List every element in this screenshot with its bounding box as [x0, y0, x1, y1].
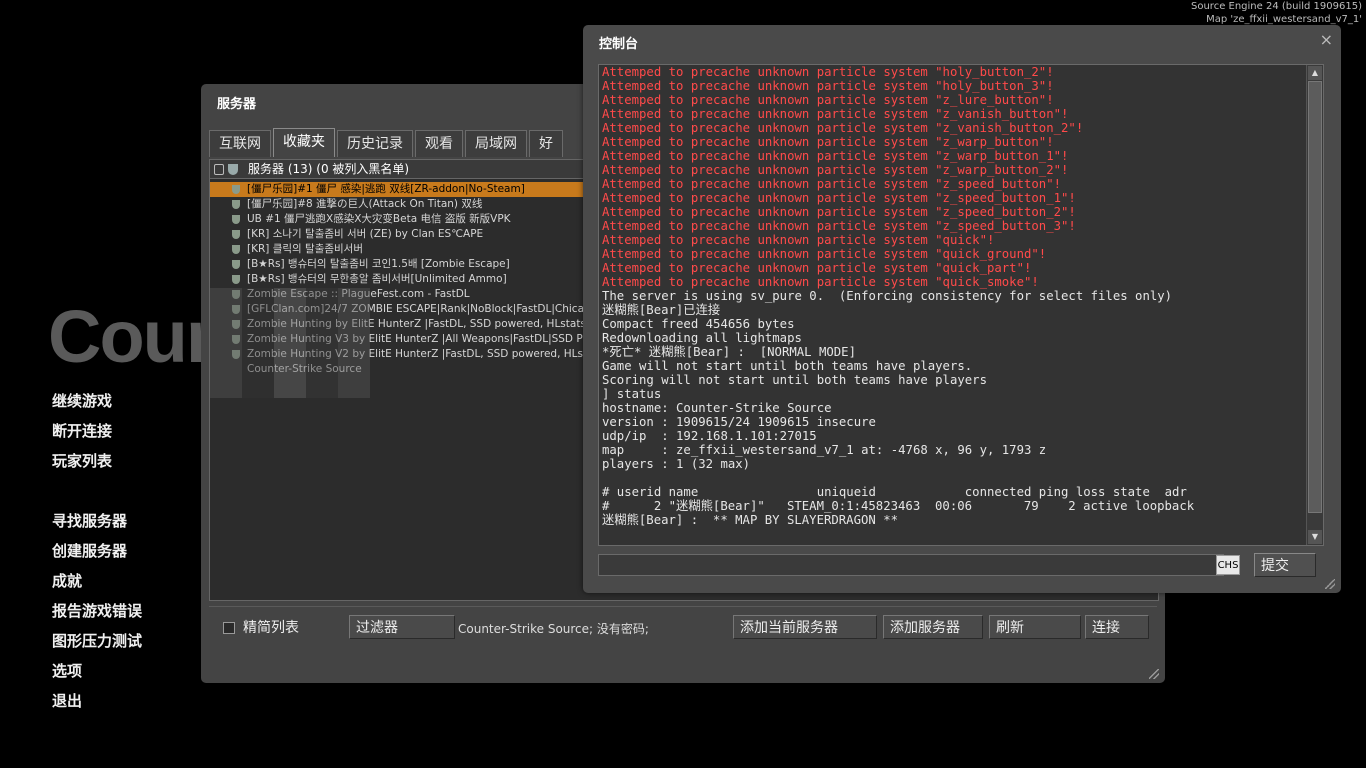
console-line: *死亡* 迷糊熊[Bear] : [NORMAL MODE] — [602, 345, 856, 359]
console-line: Compact freed 454656 bytes — [602, 317, 795, 331]
vac-shield-icon — [232, 200, 240, 209]
ime-indicator: CHS — [1216, 555, 1240, 575]
console-line: Attemped to precache unknown particle sy… — [602, 205, 1076, 219]
server-browser-toolbar: 精简列表 过滤器 Counter-Strike Source; 没有密码; 添加… — [209, 606, 1157, 649]
server-browser-title: 服务器 — [217, 97, 257, 112]
console-line: Scoring will not start until both teams … — [602, 373, 987, 387]
console-line: Attemped to precache unknown particle sy… — [602, 121, 1084, 135]
console-line: Redownloading all lightmaps — [602, 331, 802, 345]
refresh-button[interactable]: 刷新 — [989, 615, 1081, 639]
vac-shield-icon — [232, 215, 240, 224]
console-line: Attemped to precache unknown particle sy… — [602, 261, 1032, 275]
menu-player-list[interactable]: 玩家列表 — [52, 451, 142, 481]
tab-history[interactable]: 历史记录 — [337, 130, 413, 157]
menu-resume-game[interactable]: 继续游戏 — [52, 391, 142, 421]
tab-friends[interactable]: 好 — [529, 130, 563, 157]
lock-icon — [214, 163, 224, 175]
menu-achievements[interactable]: 成就 — [52, 571, 142, 601]
console-title: 控制台 — [599, 37, 639, 52]
resize-grip-icon[interactable] — [1149, 669, 1159, 679]
vac-shield-icon — [232, 260, 240, 269]
server-count-header[interactable]: 服务器 (13) (0 被列入黑名单) — [248, 160, 409, 178]
console-line: hostname: Counter-Strike Source — [602, 401, 832, 415]
menu-disconnect[interactable]: 断开连接 — [52, 421, 142, 451]
console-line: The server is using sv_pure 0. (Enforcin… — [602, 289, 1173, 303]
console-line: map : ze_ffxii_westersand_v7_1 at: -4768… — [602, 443, 1047, 457]
filter-summary: Counter-Strike Source; 没有密码; — [458, 622, 649, 636]
menu-options[interactable]: 选项 — [52, 661, 142, 691]
menu-stress-test[interactable]: 图形压力测试 — [52, 631, 142, 661]
server-name: [僵尸乐园]#8 進撃の巨人(Attack On Titan) 双线 — [247, 198, 483, 210]
main-menu: 继续游戏 断开连接 玩家列表 寻找服务器 创建服务器 成就 报告游戏错误 图形压… — [52, 391, 142, 721]
console-command-input[interactable] — [598, 554, 1224, 576]
console-line: Attemped to precache unknown particle sy… — [602, 107, 1069, 121]
tab-spectate[interactable]: 观看 — [415, 130, 463, 157]
vac-shield-icon — [228, 163, 238, 175]
vac-shield-icon — [232, 230, 240, 239]
console-line: # 2 "迷糊熊[Bear]" STEAM_0:1:45823463 00:06… — [602, 499, 1195, 513]
console-line: Game will not start until both teams hav… — [602, 359, 973, 373]
tab-internet[interactable]: 互联网 — [209, 130, 271, 157]
submit-button[interactable]: 提交 — [1254, 553, 1316, 577]
add-server-button[interactable]: 添加服务器 — [883, 615, 983, 639]
scrollbar-thumb[interactable] — [1308, 81, 1322, 513]
console-line: Attemped to precache unknown particle sy… — [602, 177, 1062, 191]
console-lines: Attemped to precache unknown particle sy… — [599, 65, 1323, 527]
vac-shield-icon — [232, 185, 240, 194]
console-line: Attemped to precache unknown particle sy… — [602, 219, 1076, 233]
build-info: Source Engine 24 (build 1909615) Map 'ze… — [1191, 0, 1362, 26]
console-line: Attemped to precache unknown particle sy… — [602, 79, 1054, 93]
server-name: [B★Rs] 뱅슈터의 탈출좀비 코인1.5배 [Zombie Escape] — [247, 258, 510, 270]
console-output[interactable]: Attemped to precache unknown particle sy… — [598, 64, 1324, 546]
console-line: Attemped to precache unknown particle sy… — [602, 247, 1047, 261]
console-line: Attemped to precache unknown particle sy… — [602, 191, 1076, 205]
menu-find-servers[interactable]: 寻找服务器 — [52, 511, 142, 541]
scroll-down-arrow-icon[interactable]: ▼ — [1308, 530, 1322, 544]
connect-button[interactable]: 连接 — [1085, 615, 1149, 639]
console-window: 控制台 × Attemped to precache unknown parti… — [583, 25, 1341, 593]
console-line: Attemped to precache unknown particle sy… — [602, 149, 1069, 163]
console-line: # userid name uniqueid connected ping lo… — [602, 485, 1187, 499]
menu-create-server[interactable]: 创建服务器 — [52, 541, 142, 571]
console-line: 迷糊熊[Bear]已连接 — [602, 303, 721, 317]
server-name: [KR] 클릭의 탈출좀비서버 — [247, 243, 363, 255]
server-name: UB #1 僵尸逃跑X感染X大灾变Beta 电信 盗版 新版VPK — [247, 213, 511, 225]
menu-quit[interactable]: 退出 — [52, 691, 142, 721]
compact-list-label: 精简列表 — [243, 620, 299, 636]
close-icon[interactable]: × — [1320, 30, 1333, 49]
engine-version: Source Engine 24 (build 1909615) — [1191, 1, 1362, 12]
console-line: ] status — [602, 387, 662, 401]
add-current-server-button[interactable]: 添加当前服务器 — [733, 615, 877, 639]
tab-lan[interactable]: 局域网 — [465, 130, 527, 157]
console-line: Attemped to precache unknown particle sy… — [602, 163, 1069, 177]
console-line: udp/ip : 192.168.1.101:27015 — [602, 429, 817, 443]
server-name: [僵尸乐园]#1 僵尸 感染|逃跑 双线[ZR-addon|No-Steam] — [247, 183, 525, 195]
console-line: Attemped to precache unknown particle sy… — [602, 275, 1039, 289]
console-scrollbar[interactable]: ▲ ▼ — [1306, 65, 1323, 545]
scroll-up-arrow-icon[interactable]: ▲ — [1308, 66, 1322, 80]
console-line: players : 1 (32 max) — [602, 457, 751, 471]
server-name: [KR] 소나기 탈출좀비 서버 (ZE) by Clan ES℃APE — [247, 228, 484, 240]
server-browser-tabs: 互联网 收藏夹 历史记录 观看 局域网 好 — [209, 128, 565, 157]
compact-list-checkbox[interactable] — [223, 622, 235, 634]
vac-shield-icon — [232, 275, 240, 284]
resize-grip-icon[interactable] — [1325, 579, 1335, 589]
console-line: 迷糊熊[Bear] : ** MAP BY SLAYERDRAGON ** — [602, 513, 899, 527]
filter-button[interactable]: 过滤器 — [349, 615, 455, 639]
server-name: [B★Rs] 뱅슈터의 무한총알 좀비서버[Unlimited Ammo] — [247, 273, 507, 285]
console-line: Attemped to precache unknown particle sy… — [602, 65, 1054, 79]
console-line: Attemped to precache unknown particle sy… — [602, 233, 995, 247]
console-line: version : 1909615/24 1909615 insecure — [602, 415, 876, 429]
menu-report-bug[interactable]: 报告游戏错误 — [52, 601, 142, 631]
console-line: Attemped to precache unknown particle sy… — [602, 135, 1054, 149]
map-preview-image — [210, 288, 370, 398]
console-line: Attemped to precache unknown particle sy… — [602, 93, 1054, 107]
tab-favorites[interactable]: 收藏夹 — [273, 128, 335, 157]
vac-shield-icon — [232, 245, 240, 254]
